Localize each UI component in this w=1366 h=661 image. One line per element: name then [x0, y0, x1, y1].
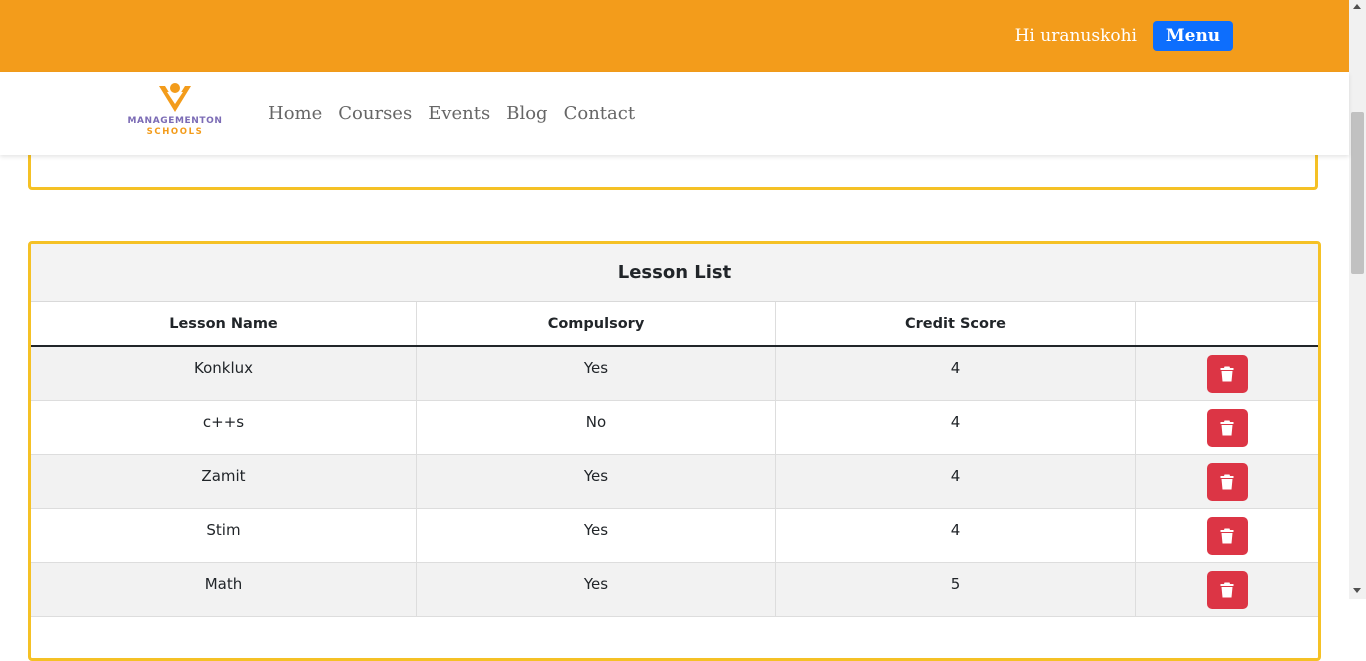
trash-icon	[1220, 528, 1234, 543]
delete-button[interactable]	[1206, 408, 1248, 447]
lesson-list-title: Lesson List	[31, 244, 1318, 302]
lesson-name-cell: Math	[31, 562, 417, 617]
column-header-actions	[1135, 302, 1318, 347]
lesson-name-cell: Konklux	[31, 346, 417, 401]
action-cell	[1135, 508, 1318, 563]
credit-score-cell: 4	[775, 346, 1136, 401]
logo-emblem-icon	[159, 83, 191, 112]
compulsory-cell: Yes	[416, 346, 776, 401]
lesson-table: Lesson Name Compulsory Credit Score Konk…	[31, 302, 1318, 617]
trash-icon	[1220, 474, 1234, 489]
page-scrollbar[interactable]	[1349, 0, 1366, 599]
credit-score-cell: 4	[775, 508, 1136, 563]
table-row: c++s No 4	[31, 400, 1318, 455]
menu-button[interactable]: Menu	[1153, 21, 1233, 51]
delete-button[interactable]	[1206, 516, 1248, 555]
trash-icon	[1220, 366, 1234, 382]
scrollbar-thumb[interactable]	[1351, 112, 1364, 274]
scroll-up-arrow-icon[interactable]	[1353, 4, 1361, 9]
table-row: Stim Yes 4	[31, 508, 1318, 563]
logo-text-secondary: SCHOOLS	[146, 127, 204, 137]
nav-link-contact[interactable]: Contact	[564, 103, 635, 124]
trash-icon	[1220, 420, 1234, 435]
compulsory-cell: Yes	[416, 454, 776, 509]
delete-button[interactable]	[1206, 570, 1248, 609]
column-header-lesson-name: Lesson Name	[31, 302, 417, 347]
trash-icon	[1220, 582, 1234, 597]
credit-score-cell: 4	[775, 454, 1136, 509]
table-row: Zamit Yes 4	[31, 454, 1318, 509]
main-navbar: MANAGEMENTON SCHOOLS Home Courses Events…	[0, 72, 1349, 155]
lesson-name-cell: Stim	[31, 508, 417, 563]
action-cell	[1135, 454, 1318, 509]
lesson-name-cell: c++s	[31, 400, 417, 455]
column-header-compulsory: Compulsory	[416, 302, 776, 347]
table-row: Math Yes 5	[31, 562, 1318, 617]
lesson-name-cell: Zamit	[31, 454, 417, 509]
compulsory-cell: Yes	[416, 508, 776, 563]
delete-button[interactable]	[1206, 355, 1248, 393]
scroll-down-arrow-icon[interactable]	[1353, 588, 1361, 593]
action-cell	[1135, 346, 1318, 401]
credit-score-cell: 4	[775, 400, 1136, 455]
nav-link-courses[interactable]: Courses	[338, 103, 412, 124]
table-header-row: Lesson Name Compulsory Credit Score	[31, 302, 1318, 347]
nav-links: Home Courses Events Blog Contact	[268, 103, 651, 124]
column-header-credit-score: Credit Score	[775, 302, 1136, 347]
top-bar: Hi uranuskohi Menu	[0, 0, 1349, 72]
compulsory-cell: Yes	[416, 562, 776, 617]
nav-link-blog[interactable]: Blog	[506, 103, 547, 124]
user-greeting: Hi uranuskohi	[1014, 26, 1137, 46]
nav-link-home[interactable]: Home	[268, 103, 322, 124]
table-row: Konklux Yes 4	[31, 346, 1318, 401]
action-cell	[1135, 562, 1318, 617]
action-cell	[1135, 400, 1318, 455]
delete-button[interactable]	[1206, 462, 1248, 501]
logo-text-primary: MANAGEMENTON	[127, 116, 223, 126]
credit-score-cell: 5	[775, 562, 1136, 617]
compulsory-cell: No	[416, 400, 776, 455]
lesson-list-card: Lesson List Lesson Name Compulsory Credi…	[28, 241, 1321, 661]
site-logo[interactable]: MANAGEMENTON SCHOOLS	[122, 82, 228, 142]
nav-link-events[interactable]: Events	[428, 103, 490, 124]
